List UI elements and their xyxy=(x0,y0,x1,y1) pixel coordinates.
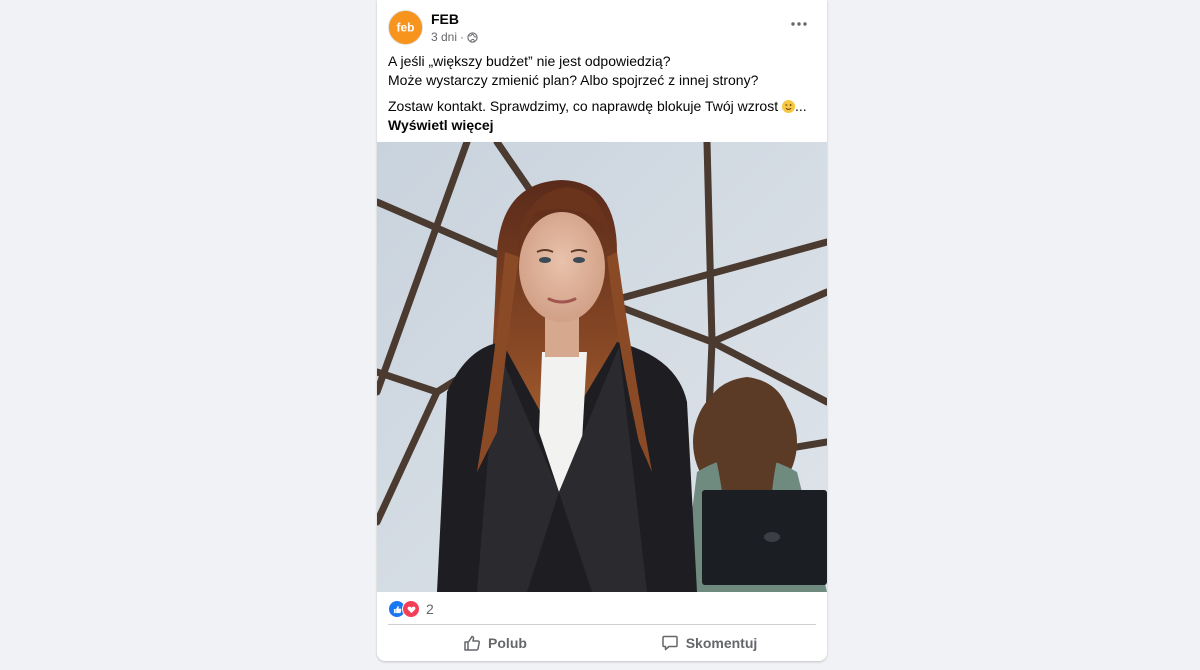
reactions-summary[interactable]: 2 xyxy=(388,599,434,619)
post-text-line: Może wystarczy zmienić plan? Albo spojrz… xyxy=(388,72,759,88)
author-name[interactable]: FEB xyxy=(431,11,459,27)
post-text: A jeśli „większy budżet” nie jest odpowi… xyxy=(377,52,827,135)
more-horizontal-icon xyxy=(791,22,807,26)
divider xyxy=(388,624,816,625)
winking-face-emoji-icon xyxy=(781,100,795,113)
comment-button-label: Skomentuj xyxy=(685,635,758,651)
post-cta-text: Zostaw kontakt. Sprawdzimy, co naprawdę … xyxy=(388,98,779,114)
like-button-label: Polub xyxy=(488,635,527,651)
meta-separator: · xyxy=(460,30,465,44)
post-ellipsis: ... xyxy=(794,98,807,114)
post-header: feb FEB 3 dni · xyxy=(377,0,827,52)
reaction-count[interactable]: 2 xyxy=(426,601,434,617)
post-photo[interactable] xyxy=(377,142,827,592)
post-cta-line: Zostaw kontakt. Sprawdzimy, co naprawdę … xyxy=(388,97,816,116)
globe-icon xyxy=(467,31,478,43)
page-avatar[interactable]: feb xyxy=(388,10,423,45)
post-meta: 3 dni · xyxy=(431,30,478,44)
comment-icon xyxy=(661,635,678,651)
like-button[interactable]: Polub xyxy=(388,627,602,659)
post-text-line: A jeśli „większy budżet” nie jest odpowi… xyxy=(388,53,671,69)
post-time[interactable]: 3 dni xyxy=(431,30,457,44)
comment-button[interactable]: Skomentuj xyxy=(602,627,816,659)
feed-post: feb FEB 3 dni · A jeśli „większy budżet”… xyxy=(377,0,827,661)
feb-logo-icon: feb xyxy=(389,11,422,44)
more-options-button[interactable] xyxy=(789,14,809,34)
see-more-link[interactable]: Wyświetl więcej xyxy=(388,117,494,133)
post-actions: Polub Skomentuj xyxy=(388,627,816,659)
thumbs-up-icon xyxy=(464,635,481,651)
svg-text:feb: feb xyxy=(397,21,415,35)
love-reaction-icon xyxy=(402,600,420,618)
